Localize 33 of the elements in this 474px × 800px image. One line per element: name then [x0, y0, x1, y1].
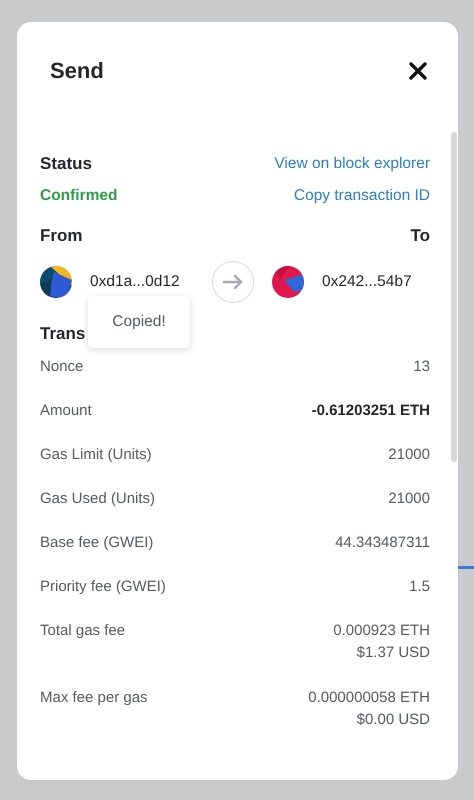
detail-value: 13: [413, 357, 430, 377]
detail-label: Priority fee (GWEI): [40, 577, 166, 597]
detail-label: Max fee per gas: [40, 688, 148, 708]
tooltip-text: Copied!: [112, 313, 166, 331]
detail-label: Gas Used (Units): [40, 489, 156, 509]
detail-value: $1.37 USD: [356, 643, 430, 663]
detail-label: Gas Limit (Units): [40, 445, 152, 465]
detail-value: 0.000000058 ETH: [308, 688, 430, 708]
detail-value: 21000: [388, 489, 430, 509]
copy-id-link[interactable]: Copy transaction ID: [294, 187, 430, 205]
detail-label: Total gas fee: [40, 621, 126, 641]
section-heading: Trans: [40, 324, 86, 344]
detail-value: 21000: [388, 445, 430, 465]
block-explorer-link[interactable]: View on block explorer: [274, 155, 430, 173]
detail-value: 0.000923 ETH: [333, 621, 430, 641]
recipient-address[interactable]: 0x242...54b7: [322, 273, 412, 291]
account-avatar: [40, 266, 72, 298]
account-avatar: [272, 266, 304, 298]
detail-value: 1.5: [409, 577, 430, 597]
detail-label: Base fee (GWEI): [40, 533, 154, 553]
to-label: To: [410, 226, 430, 246]
detail-label: Amount: [40, 401, 92, 421]
detail-label: Nonce: [40, 357, 84, 377]
status-value: Confirmed: [40, 187, 118, 205]
close-icon[interactable]: [408, 61, 428, 81]
status-label: Status: [40, 154, 92, 174]
sender-address[interactable]: 0xd1a...0d12: [90, 273, 180, 291]
detail-value: 44.343487311: [335, 533, 430, 553]
detail-value: $0.00 USD: [356, 710, 430, 730]
scrollbar[interactable]: [451, 132, 457, 462]
detail-value: -0.61203251 ETH: [312, 401, 430, 421]
dialog-title: Send: [50, 58, 104, 84]
from-label: From: [40, 226, 82, 246]
